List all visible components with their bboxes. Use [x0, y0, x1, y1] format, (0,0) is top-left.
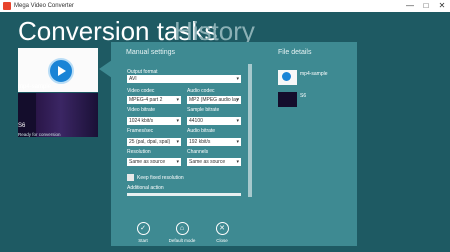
chevron-down-icon: ▾ [176, 159, 179, 165]
resolution-label: Resolution [127, 149, 151, 155]
audio-codec-select[interactable]: MP2 (MPEG audio lay ▾ [187, 96, 241, 104]
video-codec-select[interactable]: MPEG-4 part 2 ▾ [127, 96, 181, 104]
video-logo-icon [282, 72, 291, 81]
chevron-down-icon: ▾ [176, 97, 179, 103]
channels-value: Same as source [189, 159, 226, 165]
chevron-down-icon: ▾ [176, 139, 179, 145]
frames-label: Frames/sec [127, 128, 154, 134]
file-thumbnail-1[interactable] [278, 70, 297, 85]
sample-bitrate-value: 44100 [189, 118, 203, 124]
output-format-value: AVI [129, 76, 137, 82]
keep-fixed-resolution-checkbox[interactable] [127, 174, 134, 181]
task-label-1: mp4-sample [18, 84, 52, 90]
audio-codec-label: Audio codec [187, 88, 215, 94]
app-icon [3, 2, 11, 10]
window-controls: — □ ✕ [406, 0, 446, 12]
file-name-2: S6 [300, 93, 307, 99]
additional-action-select[interactable] [127, 193, 241, 196]
resolution-value: Same as source [129, 159, 166, 165]
settings-scrollbar[interactable] [248, 64, 252, 197]
video-codec-value: MPEG-4 part 2 [129, 97, 163, 103]
output-format-select[interactable]: AVI ▾ [127, 75, 241, 83]
audio-bitrate-label: Audio bitrate [187, 128, 216, 134]
frames-select[interactable]: 25 (pal, dpal, spal) ▾ [127, 138, 181, 146]
channels-select[interactable]: Same as source ▾ [187, 158, 241, 166]
chevron-down-icon: ▾ [236, 76, 239, 82]
close-label: Close [216, 238, 228, 243]
maximize-button[interactable]: □ [422, 0, 430, 12]
check-icon: ✓ [136, 222, 150, 235]
file-thumbnail-2[interactable] [278, 92, 297, 107]
default-mode-button[interactable]: ⌂ Default mode [162, 222, 202, 243]
frames-value: 25 (pal, dpal, spal) [129, 139, 171, 145]
chevron-down-icon: ▾ [236, 159, 239, 165]
video-logo-icon [48, 58, 74, 84]
keep-fixed-resolution-label: Keep fixed resolution [137, 175, 184, 181]
chevron-down-icon: ▾ [176, 118, 179, 124]
sample-bitrate-select[interactable]: 44100 ▾ [187, 117, 241, 125]
lock-icon: ⌂ [175, 222, 189, 235]
chevron-down-icon: ▾ [236, 118, 239, 124]
close-button[interactable]: ✕ Close [202, 222, 242, 243]
video-frame-image [36, 93, 98, 137]
close-window-button[interactable]: ✕ [438, 0, 446, 12]
audio-codec-value: MP2 (MPEG audio lay [189, 97, 239, 103]
video-bitrate-select[interactable]: 1024 kbit/s ▾ [127, 117, 181, 125]
manual-settings-title: Manual settings [126, 49, 176, 56]
task-thumbnail-2[interactable] [18, 93, 98, 137]
video-codec-label: Video codec [127, 88, 155, 94]
start-label: Start [138, 238, 148, 243]
video-bitrate-label: Video bitrate [127, 107, 155, 113]
task-status-2: Ready for conversion [18, 132, 61, 137]
file-details-title: File details [278, 49, 312, 56]
title-bar: Mega Video Converter — □ ✕ [0, 0, 450, 12]
start-button[interactable]: ✓ Start [123, 222, 163, 243]
chevron-down-icon: ▾ [236, 139, 239, 145]
default-mode-label: Default mode [168, 238, 196, 243]
chevron-down-icon: ▾ [236, 97, 239, 103]
minimize-button[interactable]: — [406, 0, 414, 12]
window-title: Mega Video Converter [14, 3, 74, 9]
channels-label: Channels [187, 149, 209, 155]
video-bitrate-value: 1024 kbit/s [129, 118, 154, 124]
file-name-1: mp4-sample [300, 71, 328, 77]
additional-action-label: Additional action [127, 185, 164, 191]
resolution-select[interactable]: Same as source ▾ [127, 158, 181, 166]
task-label-2: S6 [18, 123, 26, 129]
close-icon: ✕ [215, 222, 229, 235]
audio-bitrate-select[interactable]: 192 kbit/s ▾ [187, 138, 241, 146]
audio-bitrate-value: 192 kbit/s [189, 139, 211, 145]
sample-bitrate-label: Sample bitrate [187, 107, 220, 113]
